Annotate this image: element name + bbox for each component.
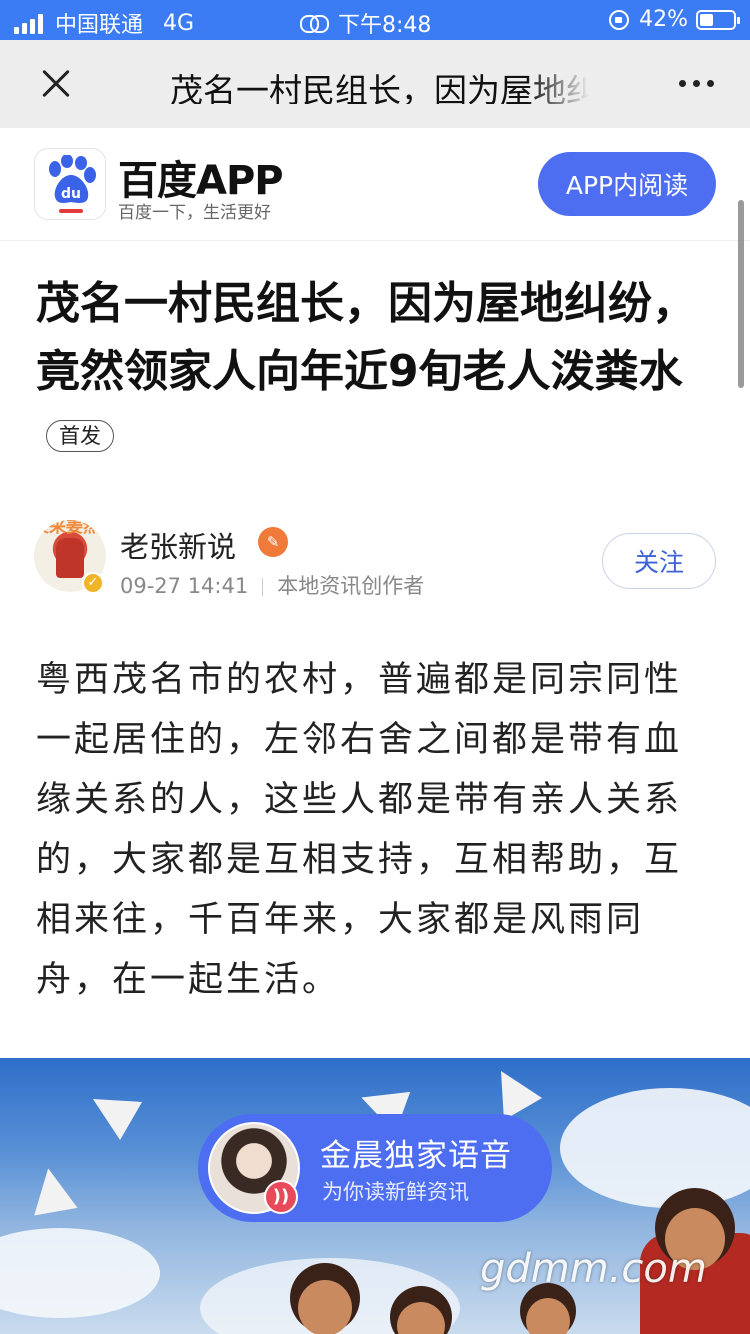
status-time: 下午8:48 (338, 13, 432, 38)
article-headline: 茂名一村民组长，因为屋地纠纷，竟然领家人向年近9旬老人泼粪水首发 (36, 270, 726, 474)
brand-slogan: 百度一下，生活更好 (118, 203, 271, 223)
nav-title: 茂名一村民组长，因为屋地纠纷，竟然领家人向年近9旬老人泼粪水 (170, 71, 590, 104)
author-meta: 09-27 14:41 本地资讯创作者 (120, 570, 424, 600)
author-role: 本地资讯创作者 (277, 574, 425, 598)
creator-medal-icon: ✎ (258, 527, 288, 557)
svg-text:du: du (61, 186, 81, 202)
voice-reader-pill[interactable]: )) 金晨独家语音 为你读新鲜资讯 (198, 1114, 552, 1222)
battery-percent: 42% (639, 7, 688, 32)
orientation-lock-icon (609, 9, 630, 30)
battery-icon (696, 9, 740, 30)
headline-text: 茂名一村民组长，因为屋地纠纷，竟然领家人向年近9旬老人泼粪水 (36, 278, 696, 397)
follow-button[interactable]: 关注 (602, 533, 716, 589)
author-name[interactable]: 老张新说 (120, 524, 236, 566)
open-in-app-button[interactable]: APP内阅读 (538, 152, 716, 216)
first-release-badge: 首发 (46, 420, 114, 452)
carrier-label: 中国联通 (55, 13, 144, 38)
signal-icon (14, 12, 43, 34)
watermark: gdmm.com (480, 1246, 707, 1292)
battery-fill (700, 13, 714, 26)
app-banner[interactable]: du 百度APP 百度一下，生活更好 APP内阅读 (0, 128, 750, 241)
verified-icon: ✓ (82, 572, 104, 594)
close-icon[interactable] (36, 64, 76, 104)
author-row: 火采姜然 ✓ 老张新说 ✎ 09-27 14:41 本地资讯创作者 关注 (34, 520, 724, 610)
status-bar: 中国联通 4G 下午8:48 42% (0, 0, 750, 40)
link-icon (300, 15, 329, 33)
scrollbar[interactable] (738, 200, 744, 388)
more-icon[interactable] (679, 80, 714, 87)
voice-title: 金晨独家语音 (320, 1138, 512, 1174)
page: 中国联通 4G 下午8:48 42% 茂名一村民组长，因为屋地纠纷，竟然领家人向… (0, 0, 750, 1334)
voice-subtitle: 为你读新鲜资讯 (322, 1180, 469, 1204)
baidu-paw-logo-icon: du (34, 148, 106, 220)
avatar-lettering: 火采姜然 (34, 520, 100, 537)
nav-bar: 茂名一村民组长，因为屋地纠纷，竟然领家人向年近9旬老人泼粪水 (0, 40, 750, 128)
publish-datetime: 09-27 14:41 (120, 574, 249, 598)
sound-icon: )) (264, 1180, 298, 1214)
network-label: 4G (163, 10, 195, 36)
article-paragraph: 粤西茂名市的农村，普遍都是同宗同性一起居住的，左邻右舍之间都是带有血缘关系的人，… (36, 660, 683, 1000)
